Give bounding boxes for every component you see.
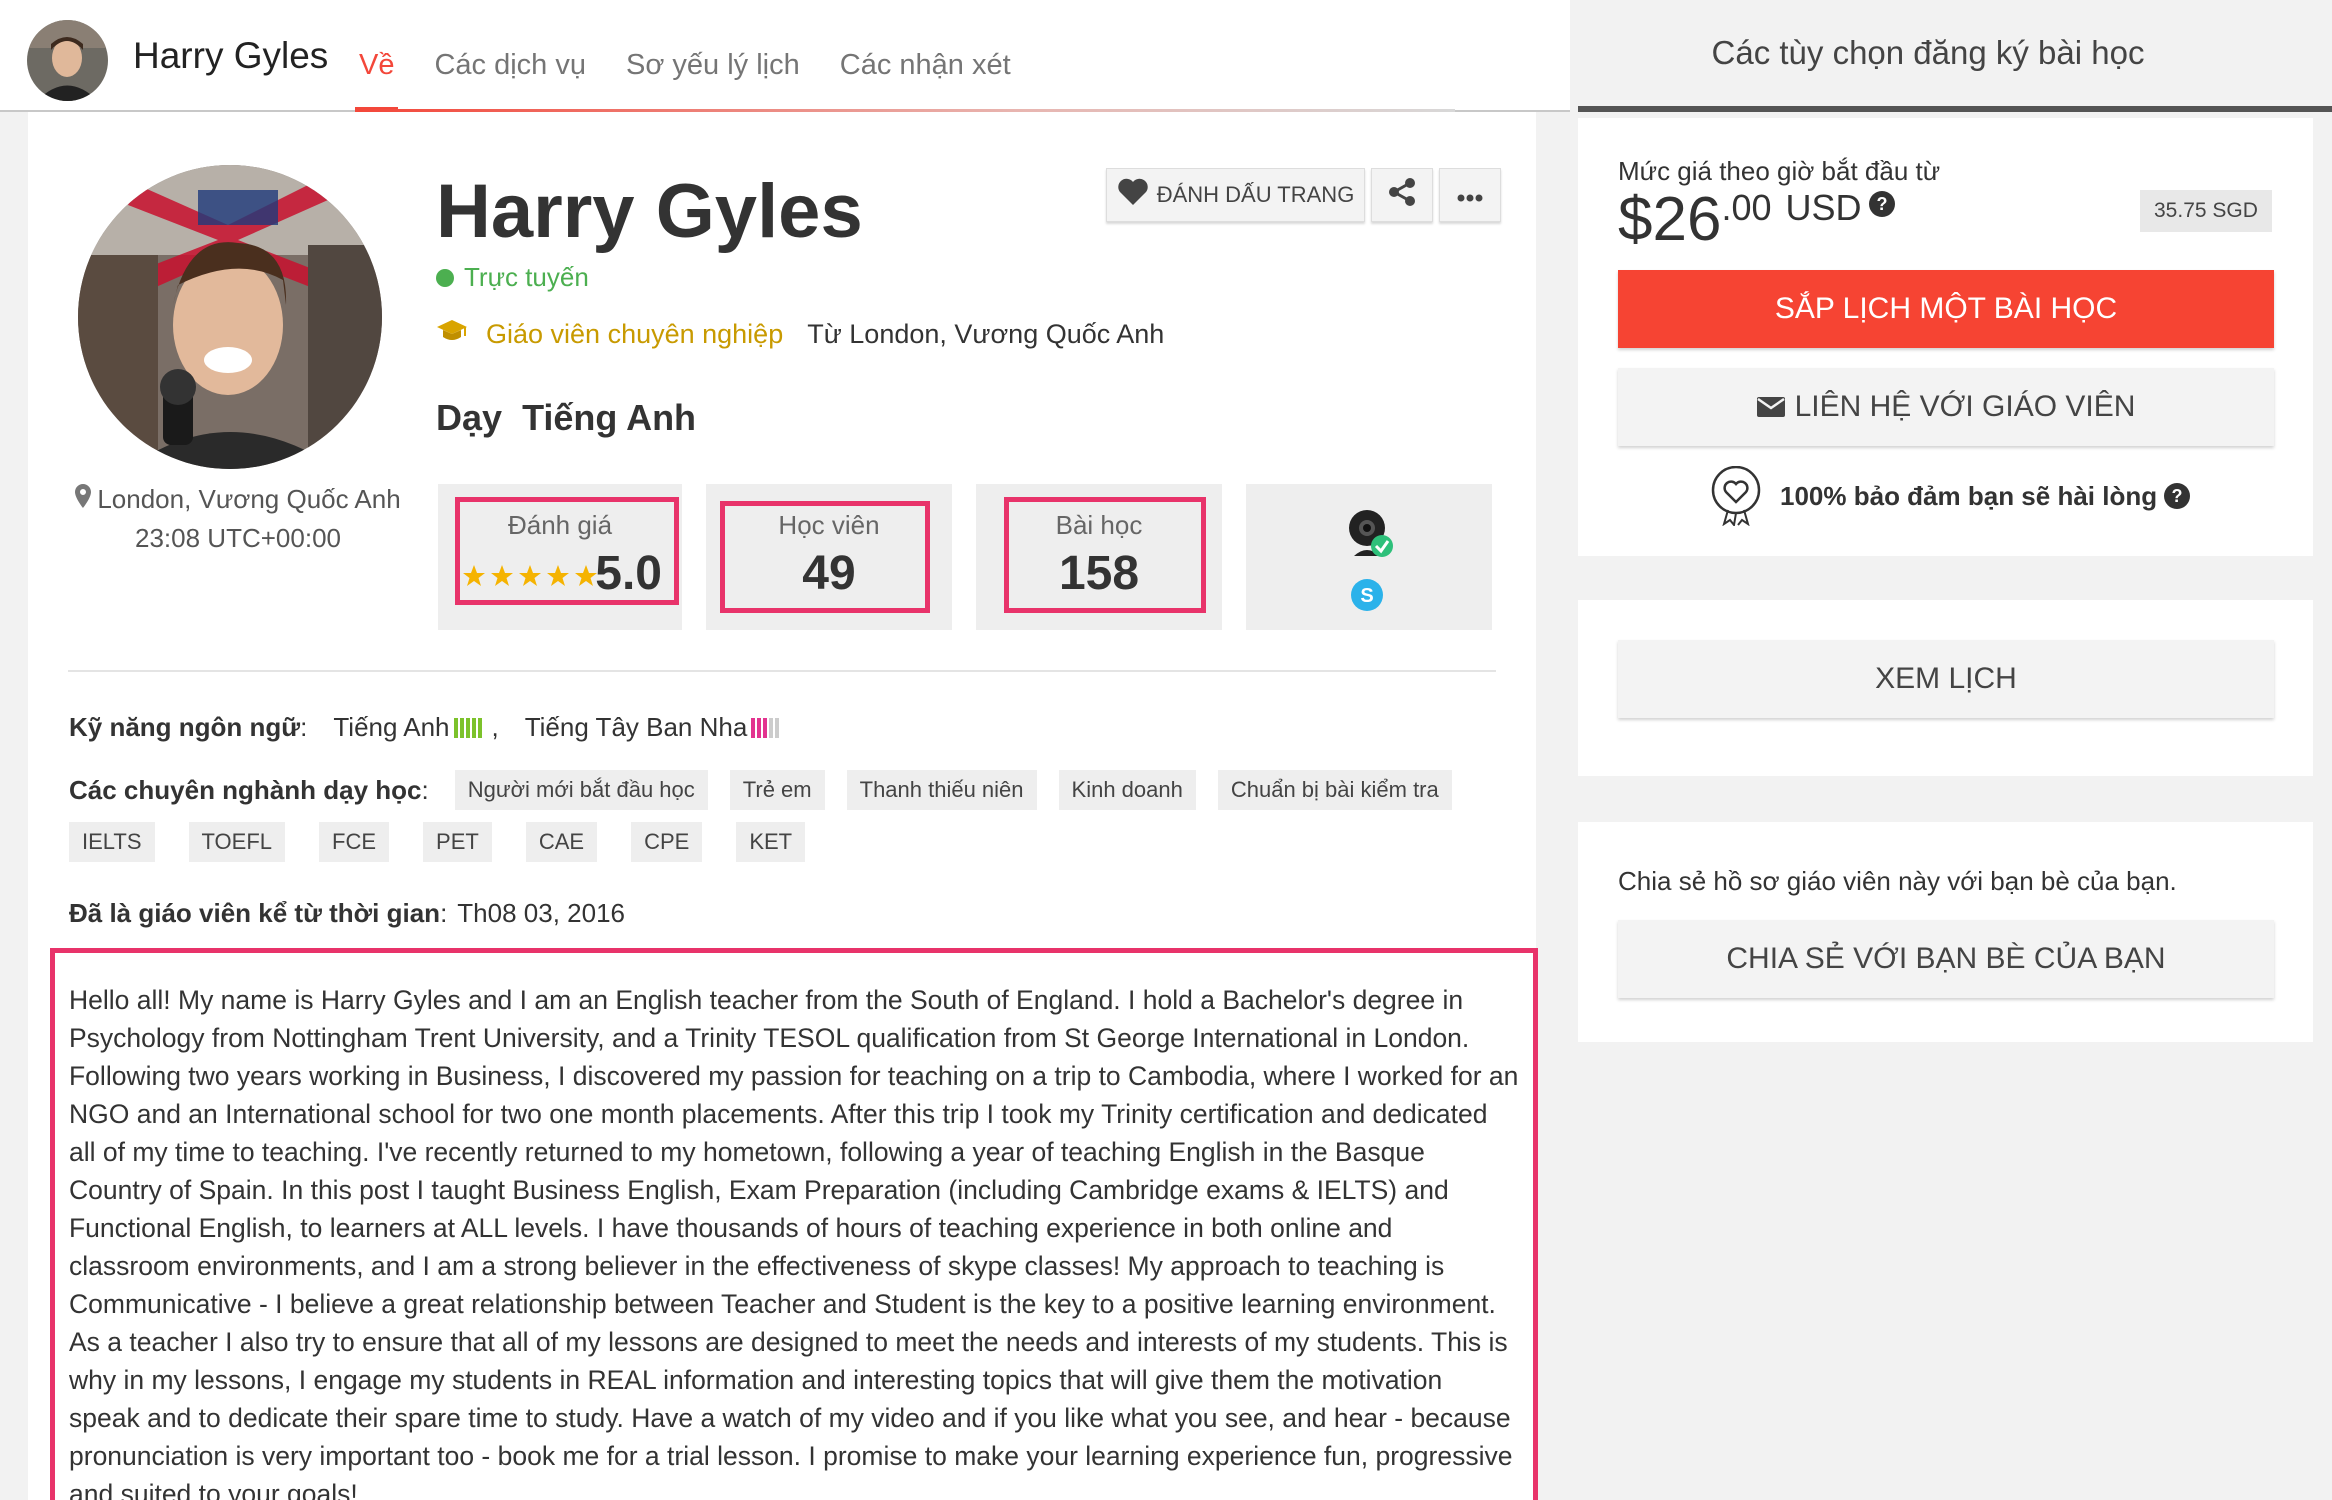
specialty-tag: Trẻ em [729, 770, 825, 810]
lesson-options-header: Các tùy chọn đăng ký bài học [1578, 0, 2332, 112]
specialty-tag: TOEFL [188, 822, 286, 862]
specialty-tag: KET [736, 822, 806, 862]
language-skills-row: Kỹ năng ngôn ngữ: Tiếng Anh , Tiếng Tây … [69, 712, 785, 743]
language-spanish: Tiếng Tây Ban Nha [524, 712, 748, 742]
price-label: Mức giá theo giờ bắt đầu từ [1618, 156, 1941, 186]
svg-text:S: S [1360, 585, 1373, 607]
teacher-origin: Từ London, Vương Quốc Anh [807, 319, 1165, 349]
specialty-tag: PET [423, 822, 492, 862]
heart-icon [1117, 178, 1149, 212]
teaches-line: Dạy Tiếng Anh [436, 397, 696, 439]
lessons-highlight [1004, 497, 1206, 613]
online-status-label: Trực tuyến [464, 262, 589, 292]
price-dollars: $26 [1618, 185, 1722, 254]
specialty-tag: IELTS [69, 822, 155, 862]
schedule-lesson-button[interactable]: SẮP LỊCH MỘT BÀI HỌC [1618, 270, 2274, 348]
bookmark-button[interactable]: ĐÁNH DẤU TRANG [1106, 168, 1365, 222]
heart-badge-icon [1710, 466, 1762, 526]
share-with-friends-button[interactable]: CHIA SẺ VỚI BẠN BÈ CỦA BẠN [1618, 920, 2274, 998]
price-currency: USD [1785, 187, 1862, 228]
guarantee-row: 100% bảo đảm bạn sẽ hài lòng ? [1710, 466, 2191, 526]
teacher-type[interactable]: Giáo viên chuyên nghiệp [486, 319, 783, 350]
more-dots-icon [1457, 182, 1483, 208]
price-display: $26 .00 USD ? [1618, 184, 1896, 255]
lesson-options-title: Các tùy chọn đăng ký bài học [1711, 34, 2145, 71]
pricing-panel: Mức giá theo giờ bắt đầu từ $26 .00 USD … [1578, 118, 2313, 556]
mail-icon [1756, 397, 1785, 417]
location-block: London, Vương Quốc Anh 23:08 UTC+00:00 [68, 484, 408, 554]
view-calendar-button[interactable]: XEM LỊCH [1618, 640, 2274, 718]
share-icon [1387, 177, 1417, 213]
teacher-since-value: Th08 03, 2016 [457, 898, 625, 928]
contact-teacher-button[interactable]: LIÊN HỆ VỚI GIÁO VIÊN [1618, 368, 2274, 446]
section-divider [68, 670, 1496, 672]
price-help-icon[interactable]: ? [1868, 190, 1896, 223]
students-highlight [720, 501, 930, 613]
svg-text:?: ? [2172, 486, 2183, 506]
action-buttons: ĐÁNH DẤU TRANG [1106, 168, 1507, 222]
share-text: Chia sẻ hồ sơ giáo viên này với bạn bè c… [1618, 866, 2177, 896]
guarantee-help-icon[interactable]: ? [2163, 482, 2191, 510]
teacher-since-row: Đã là giáo viên kể từ thời gian: Th08 03… [69, 898, 625, 928]
rating-highlight [455, 497, 679, 605]
profile-tabs: Về Các dịch vụ Sơ yếu lý lịch Các nhận x… [355, 43, 1047, 112]
specialty-tag: Chuẩn bị bài kiểm tra [1217, 770, 1452, 810]
specialty-tag: CAE [525, 822, 598, 862]
webcam-icon [1346, 508, 1396, 565]
avatar[interactable] [27, 20, 108, 101]
specialty-tag: Kinh doanh [1058, 770, 1196, 810]
online-status: Trực tuyến [436, 262, 589, 293]
online-dot-icon [436, 268, 454, 287]
teacher-bio: Hello all! My name is Harry Gyles and I … [50, 948, 1538, 1500]
more-options-button[interactable] [1439, 168, 1501, 222]
spanish-level-bars [751, 717, 781, 738]
calendar-panel: XEM LỊCH [1578, 600, 2313, 776]
tab-about[interactable]: Về [355, 43, 399, 112]
specialties-row: Các chuyên nghành dạy học: Người mới bắt… [69, 770, 1474, 810]
profile-header: Harry Gyles Về Các dịch vụ Sơ yếu lý lịc… [0, 0, 1570, 112]
language-skills-label: Kỹ năng ngôn ngữ [69, 712, 301, 742]
specialty-tag: FCE [319, 822, 390, 862]
teaches-prefix: Dạy [436, 397, 503, 438]
price-alt-currency: 35.75 SGD [2140, 190, 2272, 232]
profile-photo[interactable] [78, 165, 382, 469]
english-level-bars [453, 717, 484, 738]
specialty-tag: Thanh thiếu niên [846, 770, 1037, 810]
teacher-location: London, Vương Quốc Anh [97, 484, 401, 514]
share-panel: Chia sẻ hồ sơ giáo viên này với bạn bè c… [1578, 822, 2313, 1042]
teacher-name: Harry Gyles [436, 169, 863, 254]
specialty-tag: CPE [631, 822, 703, 862]
specialties-label: Các chuyên nghành dạy học [69, 774, 422, 805]
teacher-since-label: Đã là giáo viên kể từ thời gian [69, 898, 441, 928]
local-time: 23:08 UTC+00:00 [135, 523, 341, 553]
tab-reviews[interactable]: Các nhận xét [836, 43, 1015, 112]
skype-icon: S [1350, 578, 1384, 617]
teaches-language: Tiếng Anh [522, 397, 697, 438]
share-button[interactable] [1371, 168, 1433, 222]
stat-tools: S [1246, 484, 1492, 630]
map-pin-icon [75, 484, 92, 515]
teacher-credentials: Giáo viên chuyên nghiệp Từ London, Vương… [436, 318, 1164, 351]
guarantee-text: 100% bảo đảm bạn sẽ hài lòng [1780, 480, 2158, 511]
bookmark-label: ĐÁNH DẤU TRANG [1156, 182, 1355, 207]
specialty-tag: Người mới bắt đầu học [454, 770, 708, 810]
language-separator: , [491, 712, 499, 742]
price-cents: .00 [1721, 187, 1772, 228]
graduation-cap-icon [436, 318, 468, 351]
contact-teacher-label: LIÊN HỆ VỚI GIÁO VIÊN [1794, 390, 2136, 423]
svg-text:?: ? [1876, 194, 1887, 214]
header-teacher-name: Harry Gyles [133, 35, 329, 76]
language-english: Tiếng Anh [333, 712, 450, 742]
specialties-row-2: IELTS TOEFL FCE PET CAE CPE KET [69, 822, 827, 862]
tab-services[interactable]: Các dịch vụ [430, 43, 590, 112]
tab-resume[interactable]: Sơ yếu lý lịch [622, 43, 804, 112]
